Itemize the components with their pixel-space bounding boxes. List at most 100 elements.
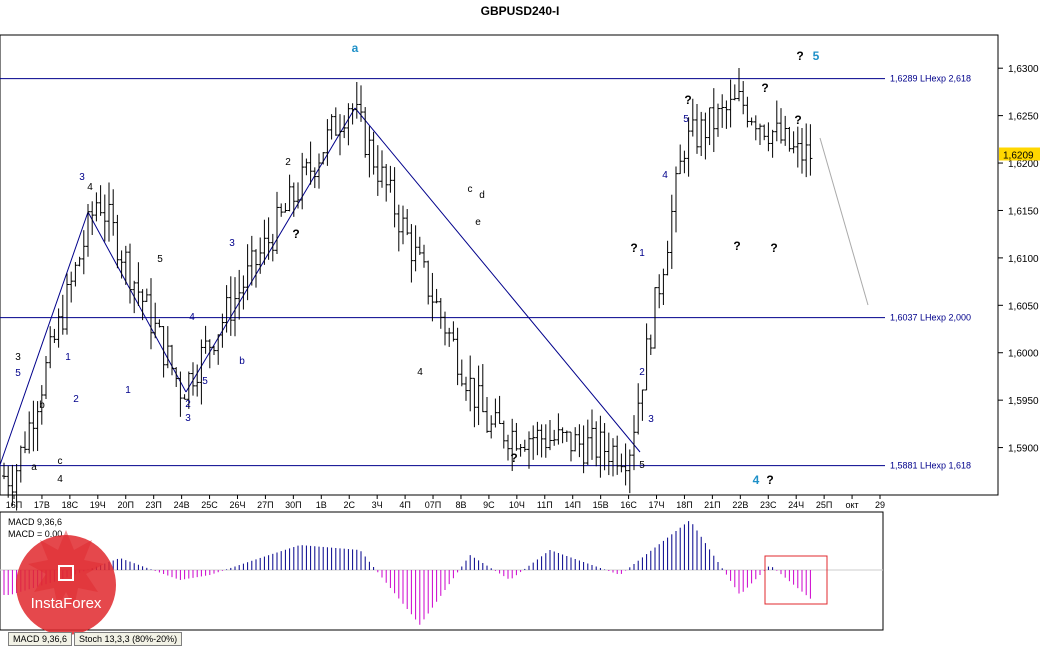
wave-label: ? [770, 241, 777, 255]
wave-label: ? [292, 227, 299, 241]
y-tick-label: 1,5950 [1008, 396, 1039, 407]
wave-label: ? [684, 93, 691, 107]
x-tick-label: 21П [704, 500, 720, 510]
wave-label: 1 [125, 385, 131, 396]
wave-label: 5 [639, 460, 645, 471]
x-tick-label: 14П [564, 500, 580, 510]
wave-label: ? [630, 241, 637, 255]
wave-label: 5 [15, 368, 21, 379]
x-tick-label: 11П [537, 500, 553, 510]
x-tick-label: 1В [316, 500, 327, 510]
wave-trend-line [0, 211, 89, 466]
x-tick-label: 20П [117, 500, 133, 510]
wave-label: 4 [417, 367, 423, 378]
x-tick-label: 10Ч [509, 500, 525, 510]
x-tick-label: 18С [62, 500, 79, 510]
fib-level-label: 1,6037 LHexp 2,000 [890, 313, 971, 323]
fib-level-label: 1,6289 LHexp 2,618 [890, 74, 971, 84]
x-tick-label: 16С [620, 500, 637, 510]
macd-label: MACD 9,36,6 [8, 517, 62, 527]
wave-label: a [31, 462, 37, 473]
chart-title: GBPUSD240-I [481, 4, 560, 18]
y-tick-label: 1,6150 [1008, 206, 1039, 217]
wave-label: 4 [189, 312, 195, 323]
wave-label: ? [733, 239, 740, 253]
y-tick-label: 1,6050 [1008, 301, 1039, 312]
wave-label: 2 [185, 399, 191, 410]
indicator-tabs: MACD 9,36,6 Stoch 13,3,3 (80%-20%) [8, 632, 183, 646]
x-tick-label: 29 [875, 500, 885, 510]
wave-label: ? [796, 49, 803, 63]
wave-label: 5 [683, 114, 689, 125]
wave-label: 4 [662, 170, 668, 181]
wave-label: ? [766, 473, 773, 487]
x-tick-label: 25П [816, 500, 832, 510]
y-tick-label: 1,6100 [1008, 254, 1039, 265]
x-tick-label: 24В [174, 500, 190, 510]
wave-label: 4 [87, 182, 93, 193]
x-tick-label: 24Ч [788, 500, 804, 510]
wave-label: 1 [639, 248, 645, 259]
wave-label: e [475, 217, 481, 228]
x-tick-label: 22В [732, 500, 748, 510]
x-tick-label: 16П [6, 500, 22, 510]
x-tick-label: 26Ч [229, 500, 245, 510]
tab-macd[interactable]: MACD 9,36,6 [8, 632, 73, 646]
instaforex-logo: InstaForex [16, 530, 116, 635]
x-tick-label: 3Ч [372, 500, 383, 510]
tab-stoch[interactable]: Stoch 13,3,3 (80%-20%) [74, 632, 183, 646]
wave-label: 2 [285, 157, 291, 168]
x-tick-label: 8В [455, 500, 466, 510]
x-tick-label: 23П [145, 500, 161, 510]
main-plot-frame [0, 34, 999, 496]
wave-label: 3 [15, 352, 21, 363]
wave-label: c [468, 184, 473, 195]
wave-label: 2 [73, 394, 79, 405]
wave-label: 4 [753, 473, 760, 487]
current-price-label: 1,6209 [1003, 151, 1034, 162]
chart-root: GBPUSD240-I 1,6289 LHexp 2,618 1,6037 LHe… [0, 0, 1040, 661]
x-tick-label: 27П [257, 500, 273, 510]
wave-label: 2 [639, 367, 645, 378]
x-tick-label: 30П [285, 500, 301, 510]
wave-label: 3 [648, 414, 654, 425]
wave-label: 3 [185, 413, 191, 424]
wave-label: 1 [65, 352, 71, 363]
wave-label: b [39, 400, 45, 411]
fib-level-label: 1,5881 LHexp 1,618 [890, 461, 971, 471]
wave-label: 5 [813, 49, 820, 63]
wave-trend-line [87, 211, 187, 393]
y-tick-label: 1,6250 [1008, 112, 1039, 123]
x-tick-label: 07П [425, 500, 441, 510]
projection-line [819, 137, 869, 306]
x-tick-label: 15В [593, 500, 609, 510]
wave-label: ? [510, 451, 517, 465]
wave-label: b [239, 356, 245, 367]
macd-panel-frame [0, 511, 884, 631]
x-tick-label: 23С [760, 500, 777, 510]
wave-label: 4 [57, 474, 63, 485]
wave-trend-line [185, 107, 356, 393]
wave-label: ? [794, 113, 801, 127]
x-tick-label: 4П [399, 500, 410, 510]
price-chart: GBPUSD240-I 1,6289 LHexp 2,618 1,6037 LHe… [0, 4, 1040, 635]
x-tick-label: окт [845, 500, 858, 510]
wave-trend-line [354, 107, 641, 453]
wave-label: 3 [229, 238, 235, 249]
wave-label: ? [761, 81, 768, 95]
wave-label: a [352, 41, 359, 55]
x-tick-label: 9С [483, 500, 495, 510]
wave-label: d [479, 190, 485, 201]
wave-label: 5 [157, 254, 163, 265]
x-tick-label: 17В [34, 500, 50, 510]
y-tick-label: 1,5900 [1008, 444, 1039, 455]
x-tick-label: 18П [676, 500, 692, 510]
wave-label: 3 [79, 172, 85, 183]
highlight-frame [764, 555, 828, 605]
wave-label: 5 [202, 376, 208, 387]
x-tick-label: 19Ч [90, 500, 106, 510]
wave-label: c [58, 456, 63, 467]
x-tick-label: 17Ч [649, 500, 665, 510]
logo-text: InstaForex [31, 595, 102, 612]
x-tick-label: 25С [201, 500, 218, 510]
